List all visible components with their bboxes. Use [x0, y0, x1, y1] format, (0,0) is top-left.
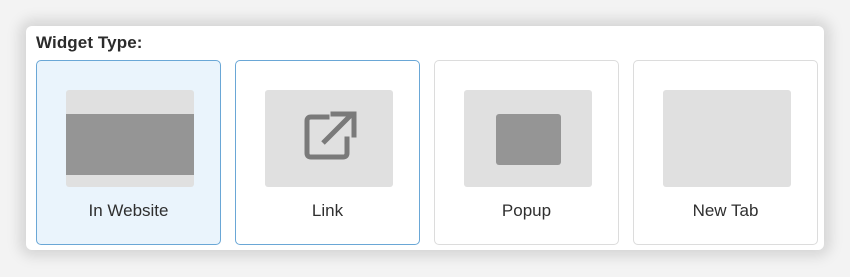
widget-type-panel: Widget Type: In Website Link Popup New T…: [26, 26, 824, 250]
widget-option-label: New Tab: [692, 201, 759, 220]
link-thumbnail: [265, 90, 393, 187]
popup-thumbnail: [464, 90, 592, 187]
external-link-icon: [304, 111, 357, 160]
widget-option-label: Link: [311, 201, 344, 220]
widget-option-in-website[interactable]: In Website: [36, 60, 221, 245]
widget-type-label: Widget Type:: [36, 33, 143, 52]
widget-option-link[interactable]: Link: [235, 60, 420, 245]
widget-option-new-tab[interactable]: New Tab: [633, 60, 818, 245]
widget-option-label: Popup: [501, 201, 552, 220]
widget-option-popup[interactable]: Popup: [434, 60, 619, 245]
popup-window-block: [496, 114, 561, 165]
in-website-thumbnail: [66, 90, 194, 187]
widget-option-label: In Website: [88, 201, 169, 220]
embedded-content-block: [66, 114, 194, 175]
new-tab-thumbnail: [663, 90, 791, 187]
